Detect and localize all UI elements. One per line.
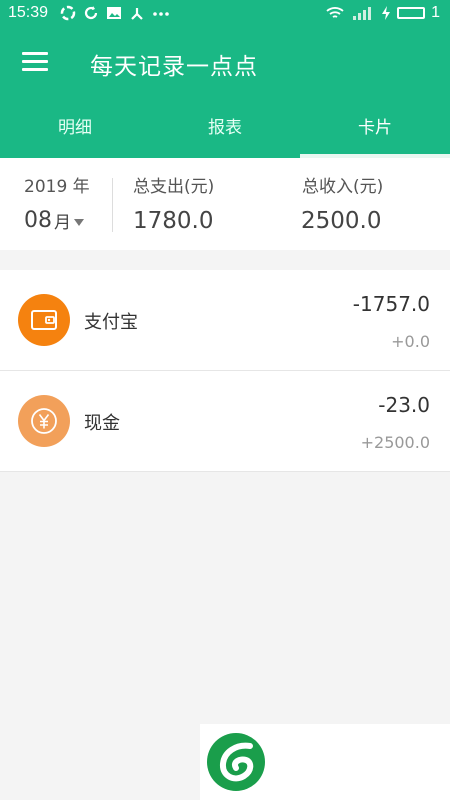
notification-icons [60,5,169,21]
month-value: 08 [24,208,52,233]
status-right: 1 [325,4,440,22]
battery-icon [397,7,426,19]
tab-reports[interactable]: 报表 [150,98,300,158]
cash-icon-circle [18,395,70,447]
alipay-icon-circle [18,294,70,346]
signal-icon [353,7,372,20]
wifi-icon [326,7,344,18]
leaf-logo-icon [207,733,265,791]
menu-icon[interactable] [22,52,48,72]
total-income-value: 2500.0 [301,208,382,234]
wallet-icon [31,310,57,330]
tab-bar: 明细 报表 卡片 [0,98,450,158]
total-expense-value: 1780.0 [133,208,214,234]
total-expense-label: 总支出(元) [133,177,215,197]
account-income: +0.0 [391,332,430,351]
account-income: +2500.0 [360,433,430,452]
tab-details[interactable]: 明细 [0,98,150,158]
app-title: 每天记录一点点 [90,54,258,80]
yuan-coin-icon [31,408,57,434]
account-card-alipay[interactable]: 支付宝 -1757.0 +0.0 [0,270,450,370]
logo-watermark [200,724,450,800]
summary-divider [112,178,113,232]
month-selector[interactable]: 08 月 [24,208,84,233]
more-icon [152,5,169,21]
account-list: 支付宝 -1757.0 +0.0 现金 -23.0 +2500.0 [0,270,450,472]
refresh-icon [83,5,99,21]
charging-icon [382,6,391,20]
month-unit: 月 [54,213,71,233]
account-expense: -1757.0 [352,292,430,316]
account-name: 支付宝 [84,312,138,333]
battery-level: 1 [431,4,440,21]
account-expense: -23.0 [378,393,430,417]
account-card-cash[interactable]: 现金 -23.0 +2500.0 [0,370,450,471]
tab-cards[interactable]: 卡片 [300,98,450,158]
image-icon [106,5,122,21]
summary-panel: 2019 年 08 月 总支出(元) 1780.0 总收入(元) 2500.0 [0,158,450,250]
total-income-label: 总收入(元) [302,177,384,197]
sync-icon [60,5,76,21]
status-bar: 15:39 1 [0,0,450,28]
app-bar: 每天记录一点点 [0,28,450,98]
share-icon [129,5,145,21]
status-time: 15:39 [8,4,49,21]
caret-down-icon [74,219,84,226]
account-name: 现金 [84,413,120,434]
list-bottom-divider [0,471,450,472]
year-label: 2019 年 [24,177,90,197]
